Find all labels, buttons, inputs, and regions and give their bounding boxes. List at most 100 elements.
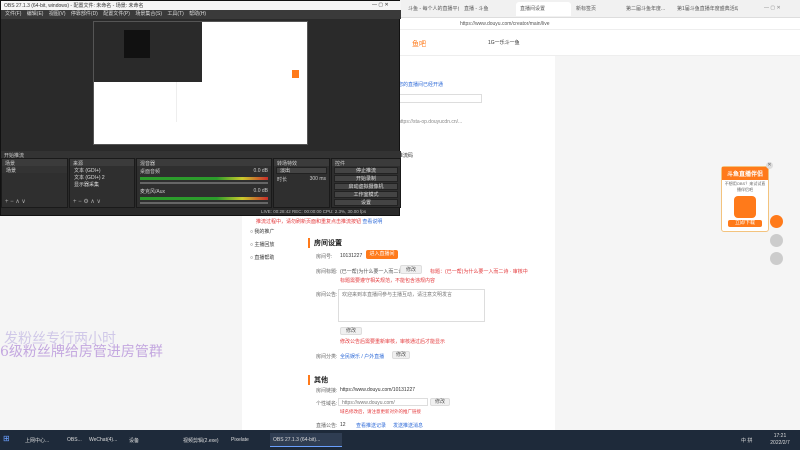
category-edit-button[interactable]: 修改 [392,351,410,359]
address-bar[interactable]: https://www.douyu.com/creator/main/live [400,18,800,30]
tray-ime[interactable]: 中 拼 [738,433,760,447]
studio-mode-button[interactable]: 工作室模式 [334,191,398,198]
obs-window[interactable]: OBS 27.1.3 (64-bit, windows) - 配置文件: 未命名… [0,0,401,216]
title-edit-button[interactable]: 修改 [400,265,422,274]
channel-db: 0.0 dB [253,188,268,194]
title-hint: 标题需要遵守相关规范，不能包含违规内容 [340,278,436,284]
menu-item[interactable]: 帮助(H) [189,10,206,17]
custom-domain-hint: 域名修改后，请注意更新对外的推广链接 [340,409,421,414]
enter-room-button[interactable]: 进入直播间 [366,250,398,259]
duration-value[interactable]: 300 ms [310,176,326,183]
browser-tab[interactable]: 斗鱼 - 每个人的直播平台 [404,2,459,16]
sources-dock: 来源 文本 (GDI+) 文本 (GDI+) 2 显示器采集 + − ⚙ ∧ ∨ [69,158,135,208]
menu-item[interactable]: 编辑(E) [27,10,44,17]
virtual-camera-button[interactable]: 启动虚拟摄像机 [334,183,398,190]
source-add-icon[interactable]: + − ⚙ ∧ ∨ [73,198,101,205]
taskbar-app[interactable]: 视频剪辑(2.exe) [180,433,226,447]
promo-download-button[interactable]: 立即下载 [728,220,762,227]
title-value: (已一帮)为什么要一入而二诗 [340,269,404,275]
volume-slider[interactable] [140,182,268,184]
obs-menu-bar: 文件(F) 编辑(E) 视图(V) 停靠部件(D) 配置文件(P) 场景集合(S… [1,10,401,19]
taskbar: ⊞ 上网中心... OBS... WeChat(4)... 设备 视频剪辑(2.… [0,430,800,450]
obs-window-controls[interactable]: — ▢ ✕ [371,1,390,9]
menu-item[interactable]: 停靠部件(D) [71,10,98,17]
info-line: 推流码 [398,153,414,159]
window-controls[interactable]: — ▢ ✕ [760,2,796,16]
menu-item[interactable]: 场景集合(S) [135,10,162,17]
promo-widget[interactable]: 斗鱼直播伴侣 不想用OBS？来试试直播伴侣吧 立即下载 [721,166,769,232]
source-item[interactable]: 文本 (GDI+) [70,166,134,174]
scene-item[interactable]: 场景 [2,166,67,174]
other-title: 其他 [308,375,328,385]
taskbar-clock[interactable]: 17:21 2022/2/7 [762,433,798,447]
controls-dock: 控件 停止推流 开始录制 启动虚拟摄像机 工作室模式 设置 [331,158,401,208]
browser-tab[interactable]: 直播 - 斗鱼 [460,2,515,16]
taskbar-app[interactable]: WeChat(4)... [86,433,124,447]
sidebar-item-help[interactable]: ○ 直播帮助 [250,252,300,265]
start-recording-button[interactable]: 开始录制 [334,175,398,182]
room-settings-title: 房间设置 [308,238,342,248]
float-button-icon[interactable] [770,252,783,265]
scenes-header: 场景 [2,159,67,167]
taskbar-app[interactable]: Pixelate [228,433,268,447]
source-item[interactable]: 显示器采集 [70,180,134,188]
info-line: https://sta-op.douyucdn.cn/... [398,119,463,125]
channel-db: 0.0 dB [253,168,268,174]
transitions-header: 转场特效 [274,159,329,167]
obs-title-bar[interactable]: OBS 27.1.3 (64-bit, windows) - 配置文件: 未命名… [1,1,401,10]
user-menu[interactable]: 1G一乐斗一鱼 [488,39,520,46]
msg-link-send[interactable]: 发送推送消息 [393,422,423,429]
warning-text: 推流过程中，请勿刷新页面和重复点击推流按钮 查看说明 [256,219,383,225]
sources-header: 来源 [70,159,134,167]
custom-domain-input[interactable]: https://www.douyu.com/ [338,398,428,406]
float-button-icon[interactable] [770,215,783,228]
category-label: 房间分类: [316,354,338,360]
windows-start-icon[interactable]: ⊞ [2,433,14,447]
obs-status-bar: LIVE: 00:28:42 REC: 00:00:00 CPU: 2.3%, … [261,209,367,214]
promo-close-icon[interactable]: ✕ [766,162,773,169]
stream-info-block: 您的直播间已经开通 https://sta-op.douyucdn.cn/...… [398,80,498,161]
settings-button[interactable]: 设置 [334,199,398,206]
custom-domain-label: 个性域名: [316,401,338,407]
taskbar-app[interactable]: 上网中心... [22,433,62,447]
browser-tab[interactable]: 第1届斗鱼直播年度盛典活动 [673,2,738,16]
duration-label: 时长 [277,177,288,183]
taskbar-app-active[interactable]: OBS 27.1.3 (64-bit)... [270,433,342,447]
warning-link[interactable]: 查看说明 [362,219,382,225]
notice-hint: 修改公告后需要重新审核，审核通过后才能显示 [340,339,446,345]
sidebar-item-promo[interactable]: ○ 我的推广 [250,226,300,239]
browser-tab[interactable]: 第二届斗鱼年度... [622,2,672,16]
obs-preview[interactable] [93,21,308,145]
category-link[interactable]: 全民娱乐 / 户外直播 [340,353,384,360]
stream-url-field[interactable] [398,94,482,103]
taskbar-app[interactable]: OBS... [64,433,84,447]
mixer-dock: 混音器 桌面音频 0.0 dB 麦克风/Aux 0.0 dB [136,158,272,208]
menu-item[interactable]: 视图(V) [49,10,66,17]
sidebar-item-replay[interactable]: ○ 主播回放 [250,239,300,252]
info-line[interactable]: 您的直播间已经开通 [398,80,498,90]
scenes-dock: 场景 场景 + − ∧ ∨ [1,158,68,208]
msg-label: 直播公告: [316,423,338,429]
browser-tab[interactable]: 新标签页 [572,2,622,16]
msg-link-records[interactable]: 查看推送记录 [356,422,386,429]
custom-domain-button[interactable]: 修改 [430,398,450,406]
nav-yuba[interactable]: 鱼吧 [412,39,426,49]
taskbar-app[interactable]: 设备 [126,433,162,447]
stop-stream-button[interactable]: 停止推流 [334,167,398,174]
menu-item[interactable]: 文件(F) [5,10,21,17]
notice-edit-button[interactable]: 修改 [340,327,362,335]
address-url[interactable]: https://www.douyu.com/creator/main/live [460,21,549,27]
volume-slider[interactable] [140,202,268,204]
room-link-label: 房间链接: [316,388,338,394]
browser-tab-bar: 斗鱼 - 每个人的直播平台 直播 - 斗鱼 直播间设置 新标签页 第二届斗鱼年度… [400,0,800,18]
scene-add-icon[interactable]: + − ∧ ∨ [5,198,26,205]
menu-item[interactable]: 配置文件(P) [103,10,130,17]
volume-meter [140,177,268,180]
browser-tab-active[interactable]: 直播间设置 [516,2,571,16]
notice-textarea[interactable]: 欢迎来到本直播间参与主播互动，请注意文明发言 [338,289,485,322]
float-button-icon[interactable] [770,234,783,247]
source-item[interactable]: 文本 (GDI+) 2 [70,173,134,181]
channel-name: 桌面音频 [140,169,161,175]
menu-item[interactable]: 工具(T) [167,10,183,17]
transition-select[interactable]: 淡出 [276,167,327,174]
